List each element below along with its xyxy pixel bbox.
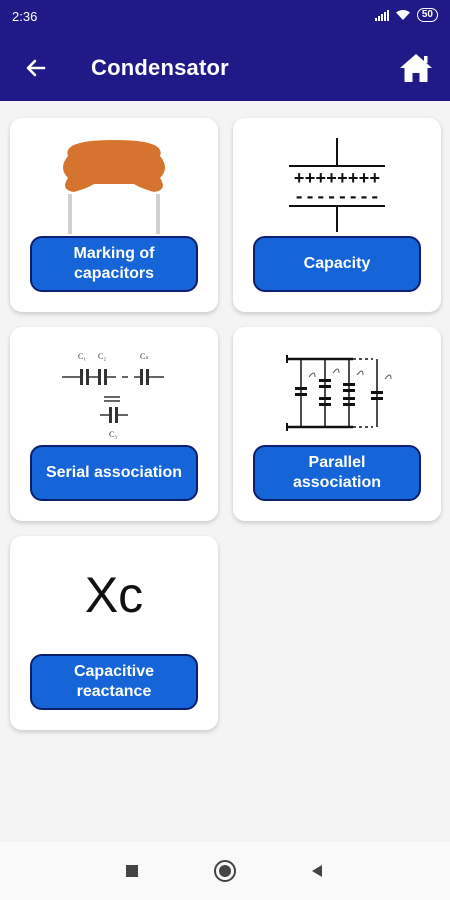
back-button[interactable]: [20, 52, 52, 84]
parallel-capacitors-image: [233, 327, 441, 445]
ceramic-capacitor-image: [10, 118, 218, 236]
recents-button[interactable]: [119, 858, 145, 884]
card-capacity[interactable]: ++++++++ -------- Capacity: [233, 118, 441, 312]
nav-home-button[interactable]: [212, 858, 238, 884]
xc-text-image: Xc: [10, 536, 218, 654]
svg-text:C₃: C₃: [109, 430, 117, 439]
page-title: Condensator: [91, 55, 229, 80]
app-bar: 2:36 50 Condensator: [0, 0, 450, 101]
svg-text:C₂: C₂: [98, 352, 106, 361]
card-capacitive-reactance[interactable]: Xc Capacitive reactance: [10, 536, 218, 730]
svg-text:Cₛ: Cₛ: [140, 352, 148, 361]
xc-symbol: Xc: [84, 567, 144, 623]
marking-of-capacitors-button[interactable]: Marking of capacitors: [30, 236, 198, 292]
capacitor-plates-image: ++++++++ --------: [233, 118, 441, 236]
svg-text:++++++++: ++++++++: [294, 170, 380, 190]
card-serial-association[interactable]: C₁ C₂ Cₛ C₃ Serial association: [10, 327, 218, 521]
home-icon: [400, 54, 432, 82]
status-icons: 50: [374, 8, 438, 22]
arrow-left-icon: [26, 59, 46, 77]
signal-icon: [374, 9, 389, 21]
home-button[interactable]: [396, 48, 436, 88]
capacity-button[interactable]: Capacity: [253, 236, 421, 292]
card-marking-of-capacitors[interactable]: Marking of capacitors: [10, 118, 218, 312]
nav-back-button[interactable]: [304, 858, 330, 884]
status-bar: 2:36 50: [0, 0, 450, 32]
svg-text:C₁: C₁: [78, 352, 86, 361]
battery-icon: 50: [416, 8, 438, 22]
system-nav-bar: [0, 842, 450, 900]
capacitive-reactance-button[interactable]: Capacitive reactance: [30, 654, 198, 710]
triangle-back-icon: [312, 865, 322, 877]
parallel-association-button[interactable]: Parallel association: [253, 445, 421, 501]
series-capacitors-image: C₁ C₂ Cₛ C₃: [10, 327, 218, 445]
status-time: 2:36: [12, 9, 38, 24]
wifi-icon: [395, 10, 410, 20]
square-icon: [126, 865, 138, 877]
serial-association-button[interactable]: Serial association: [30, 445, 198, 501]
circle-icon: [214, 860, 236, 882]
card-parallel-association[interactable]: Parallel association: [233, 327, 441, 521]
